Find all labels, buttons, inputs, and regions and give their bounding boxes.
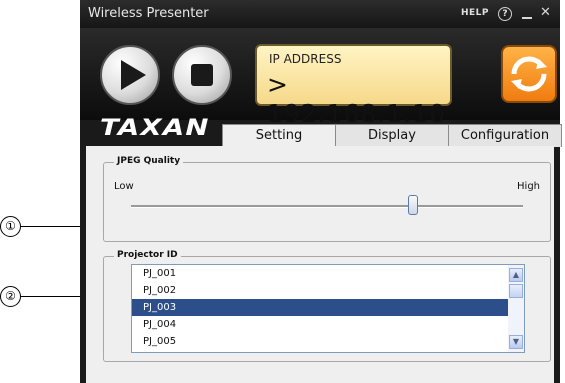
projector-id-title: Projector ID — [114, 250, 181, 260]
list-item[interactable]: PJ_001 — [132, 265, 524, 282]
stop-button[interactable] — [172, 45, 232, 105]
jpeg-quality-group: JPEG Quality Low High — [103, 156, 551, 242]
title-bar: Wireless Presenter HELP ? ✕ — [80, 0, 560, 28]
ip-address-value: > 192.168.1.10 — [267, 70, 446, 128]
app-window: Wireless Presenter HELP ? ✕ IP ADDRESS >… — [80, 0, 562, 383]
ip-address-display: IP ADDRESS > 192.168.1.10 — [255, 44, 452, 128]
list-item[interactable]: PJ_004 — [132, 316, 524, 333]
refresh-icon — [511, 56, 547, 92]
jpeg-quality-title: JPEG Quality — [114, 156, 184, 166]
refresh-button[interactable] — [501, 45, 557, 103]
projector-id-list[interactable]: PJ_001 PJ_002 PJ_003 PJ_004 PJ_005 ▲ ▼ — [131, 264, 525, 353]
list-item[interactable]: PJ_003 — [132, 299, 524, 316]
list-item[interactable]: PJ_002 — [132, 282, 524, 299]
play-button[interactable] — [100, 45, 160, 105]
minimize-button[interactable] — [522, 17, 532, 19]
taxan-logo: TAXAN — [100, 116, 210, 141]
help-button[interactable]: HELP — [461, 8, 489, 18]
tab-display[interactable]: Display — [335, 124, 449, 147]
slider-high-label: High — [517, 181, 540, 192]
scroll-thumb[interactable] — [509, 284, 523, 298]
callout-1: ① — [0, 216, 21, 237]
settings-panel: JPEG Quality Low High Projector ID PJ_00… — [86, 146, 554, 383]
help-icon[interactable]: ? — [498, 7, 512, 21]
tab-setting[interactable]: Setting — [222, 124, 336, 147]
slider-low-label: Low — [114, 181, 134, 192]
stop-icon — [191, 64, 213, 86]
ip-address-label: IP ADDRESS — [269, 52, 342, 66]
window-title: Wireless Presenter — [88, 6, 209, 21]
scroll-up-icon[interactable]: ▲ — [509, 268, 523, 282]
jpeg-quality-slider-track[interactable] — [131, 205, 523, 208]
projector-id-group: Projector ID PJ_001 PJ_002 PJ_003 PJ_004… — [103, 250, 551, 362]
scroll-down-icon[interactable]: ▼ — [509, 335, 523, 349]
list-scrollbar[interactable]: ▲ ▼ — [508, 265, 524, 352]
play-icon — [121, 60, 146, 90]
tab-configuration[interactable]: Configuration — [448, 124, 562, 147]
list-item[interactable]: PJ_005 — [132, 333, 524, 350]
callout-2: ② — [0, 286, 21, 307]
jpeg-quality-slider-thumb[interactable] — [408, 195, 419, 215]
close-button[interactable]: ✕ — [540, 5, 551, 20]
